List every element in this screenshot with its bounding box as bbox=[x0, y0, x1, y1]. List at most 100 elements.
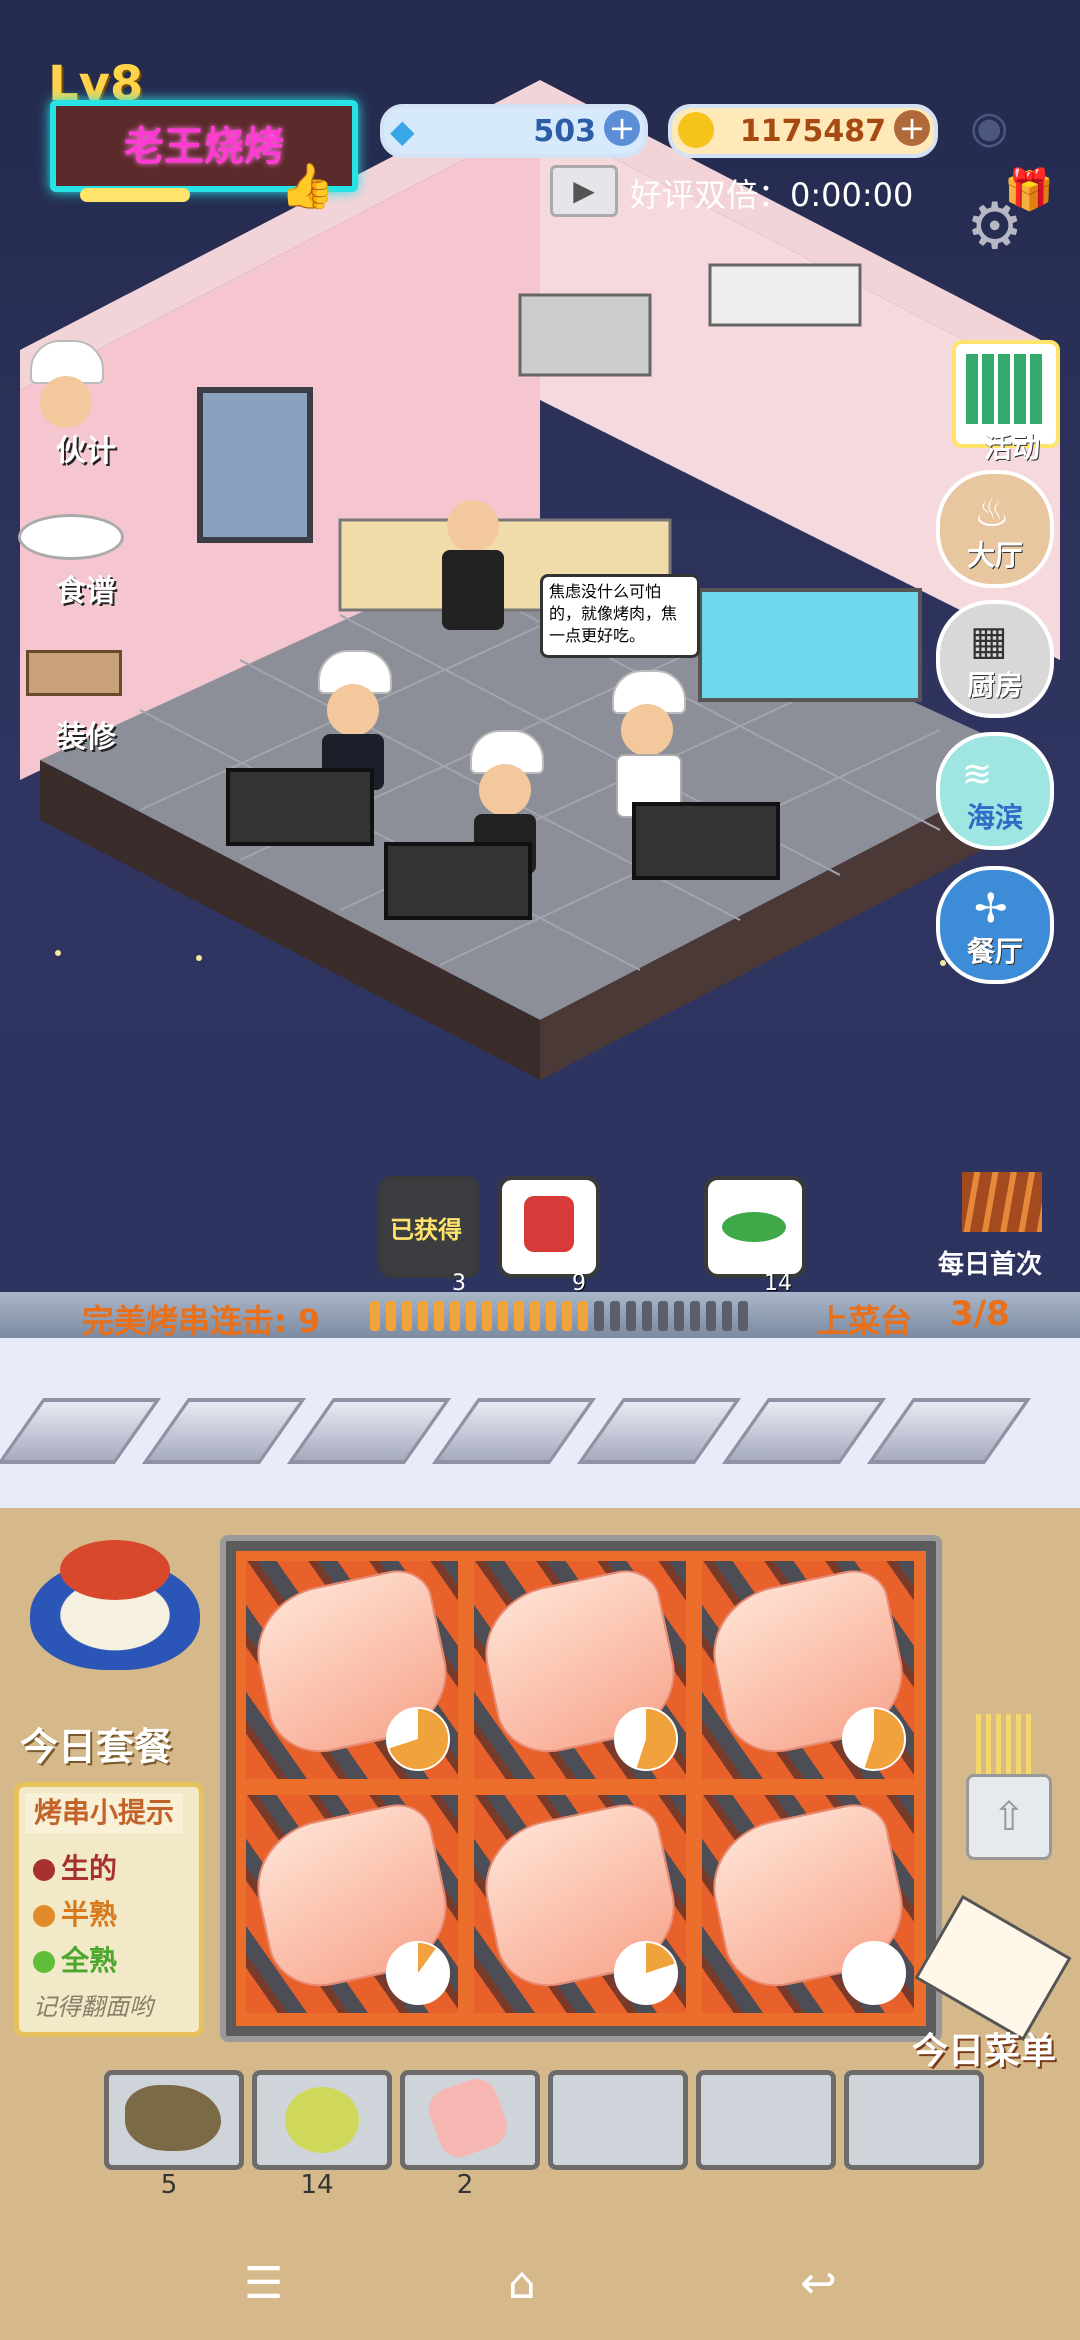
combo-segment bbox=[690, 1301, 700, 1331]
head-chef-character[interactable] bbox=[612, 670, 686, 818]
combo-segment bbox=[498, 1301, 508, 1331]
activity-label: 活动 bbox=[984, 431, 1041, 464]
waiter-body bbox=[442, 550, 504, 630]
done-dot-icon bbox=[33, 1951, 55, 1973]
grill-slot[interactable] bbox=[472, 1561, 688, 1779]
today-menu-label[interactable]: 今日菜单 bbox=[912, 2022, 1056, 2074]
thumbs-up-icon: 👍 bbox=[280, 161, 335, 212]
tomato-sauce-card[interactable]: 9 bbox=[498, 1176, 600, 1292]
serving-tray[interactable] bbox=[866, 1398, 1032, 1464]
grill-slot[interactable] bbox=[244, 1561, 460, 1779]
serving-count: 3/8 bbox=[950, 1294, 1010, 1334]
combo-segment bbox=[546, 1301, 556, 1331]
activity-button[interactable]: 活动 bbox=[952, 340, 1060, 464]
combo-segment bbox=[370, 1301, 380, 1331]
recipes-button[interactable]: 食谱 bbox=[18, 500, 128, 609]
serving-tray[interactable] bbox=[721, 1398, 887, 1464]
speech-bubble: 焦虑没什么可怕的，就像烤肉，焦一点更好吃。 bbox=[540, 574, 700, 658]
obtained-item-card[interactable]: 已获得 3 bbox=[378, 1176, 480, 1292]
eye-icon[interactable]: ◉ bbox=[970, 102, 1008, 153]
serving-tray[interactable] bbox=[0, 1398, 162, 1464]
greens-card[interactable]: 14 bbox=[704, 1176, 806, 1292]
chef-head bbox=[621, 704, 673, 756]
chef-face-icon bbox=[40, 376, 92, 428]
restaurant-button[interactable]: ✢ 餐厅 bbox=[936, 866, 1054, 984]
inventory-slot[interactable] bbox=[252, 2070, 392, 2170]
daily-first-button[interactable]: 每日首次 bbox=[938, 1172, 1062, 1280]
today-set-button[interactable] bbox=[20, 1540, 210, 1710]
seaside-button[interactable]: ≋ 海滨 bbox=[936, 732, 1054, 850]
wave-icon: ≋ bbox=[962, 754, 993, 795]
waiter-head bbox=[447, 500, 499, 552]
inventory-slot[interactable] bbox=[400, 2070, 540, 2170]
hall-button[interactable]: ♨ 大厅 bbox=[936, 470, 1054, 588]
grill-slot[interactable] bbox=[472, 1795, 688, 2013]
grill-station-2[interactable] bbox=[384, 842, 532, 920]
serving-tray[interactable] bbox=[431, 1398, 597, 1464]
combo-segment bbox=[738, 1301, 748, 1331]
hall-label: 大厅 bbox=[966, 539, 1023, 572]
grill-slot[interactable] bbox=[700, 1561, 916, 1779]
inventory-slot[interactable] bbox=[696, 2070, 836, 2170]
kitchen-button[interactable]: ▦ 厨房 bbox=[936, 600, 1054, 718]
cook-timer-icon bbox=[842, 1707, 906, 1771]
serving-tray[interactable] bbox=[141, 1398, 307, 1464]
inventory-slot[interactable] bbox=[104, 2070, 244, 2170]
restaurant-scene[interactable]: Lv8 老王烧烤 👍 ◆ 503 + 1175487 + ◉ ▶ 好评双倍：0:… bbox=[0, 0, 1080, 1292]
skewer-holder[interactable]: ⇧ bbox=[966, 1714, 1052, 1860]
video-play-icon[interactable]: ▶ bbox=[550, 165, 618, 217]
grill-grid[interactable] bbox=[220, 1535, 942, 2042]
crab-icon bbox=[60, 1540, 170, 1600]
decorate-label: 装修 bbox=[56, 720, 116, 755]
table-icon bbox=[26, 650, 122, 696]
combo-segment bbox=[642, 1301, 652, 1331]
combo-segment bbox=[594, 1301, 604, 1331]
inventory-slot[interactable] bbox=[548, 2070, 688, 2170]
gift-icon[interactable]: 🎁 bbox=[1004, 166, 1054, 213]
half-dot-icon bbox=[33, 1905, 55, 1927]
combo-bar: 完美烤串连击: 9 上菜台 3/8 bbox=[0, 1292, 1080, 1340]
serving-label: 上菜台 bbox=[816, 1302, 913, 1340]
combo-segment bbox=[418, 1301, 428, 1331]
add-diamond-icon[interactable]: + bbox=[604, 110, 640, 146]
serving-tray[interactable] bbox=[576, 1398, 742, 1464]
sauce-jar-icon bbox=[524, 1196, 574, 1252]
cook-timer-icon bbox=[842, 1941, 906, 2005]
combo-label: 完美烤串连击: 9 bbox=[82, 1302, 321, 1340]
cook-timer-icon bbox=[386, 1941, 450, 2005]
home-icon[interactable]: ⌂ bbox=[508, 2258, 536, 2309]
coin-icon bbox=[678, 112, 714, 148]
add-coin-icon[interactable]: + bbox=[894, 110, 930, 146]
staff-label: 伙计 bbox=[56, 434, 116, 469]
combo-segment bbox=[610, 1301, 620, 1331]
raw-dot-icon bbox=[33, 1859, 55, 1881]
fork-spoon-icon: ✢ bbox=[974, 886, 1008, 932]
back-icon[interactable]: ↩ bbox=[800, 2258, 837, 2309]
serving-tray[interactable] bbox=[286, 1398, 452, 1464]
grill-slot[interactable] bbox=[244, 1795, 460, 2013]
combo-segment bbox=[658, 1301, 668, 1331]
grill-station-3[interactable] bbox=[632, 802, 780, 880]
double-reward-timer: 好评双倍：0:00:00 bbox=[630, 176, 914, 214]
waiter-character[interactable] bbox=[438, 500, 508, 640]
decorate-button[interactable]: 装修 bbox=[18, 640, 128, 755]
grill-tips-card: 烤串小提示 生的 半熟 全熟 记得翻面哟 bbox=[14, 1782, 204, 2037]
combo-progress bbox=[370, 1292, 780, 1338]
inventory-count: 14 bbox=[300, 2170, 334, 2200]
combo-segment bbox=[482, 1301, 492, 1331]
combo-segment bbox=[450, 1301, 460, 1331]
inventory-slot[interactable] bbox=[844, 2070, 984, 2170]
serving-counter bbox=[0, 1338, 1080, 1508]
menu-icon[interactable]: ☰ bbox=[244, 2258, 283, 2309]
staff-button[interactable]: 伙计 bbox=[18, 340, 118, 469]
combo-segment bbox=[530, 1301, 540, 1331]
combo-segment bbox=[562, 1301, 572, 1331]
item-count: 9 bbox=[572, 1271, 586, 1292]
skewers-icon bbox=[962, 1172, 1042, 1232]
tips-title: 烤串小提示 bbox=[25, 1793, 183, 1833]
star-rating bbox=[80, 188, 190, 202]
grill-station-1[interactable] bbox=[226, 768, 374, 846]
combo-segment bbox=[722, 1301, 732, 1331]
grill-slot[interactable] bbox=[700, 1795, 916, 2013]
diamond-amount: 503 bbox=[533, 114, 596, 149]
